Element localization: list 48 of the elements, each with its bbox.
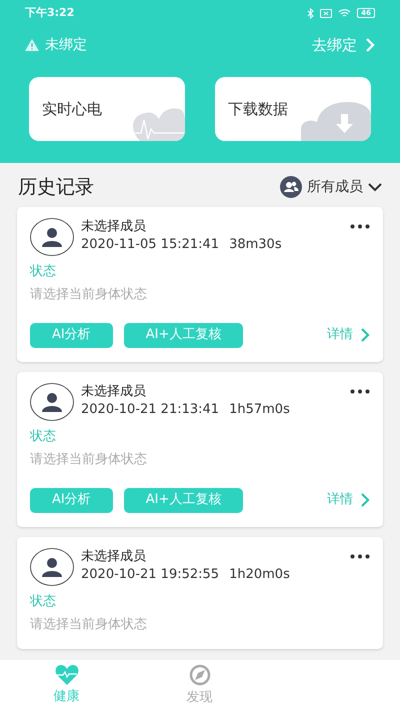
bluetooth-icon — [307, 8, 314, 18]
status-label: 状态 — [30, 592, 57, 610]
status-label: 状态 — [30, 428, 57, 446]
group-icon — [280, 176, 302, 198]
analysis-button[interactable]: AI+人工复核 — [124, 488, 244, 512]
chevron-right-icon — [365, 38, 375, 52]
heart-pulse-icon — [54, 664, 78, 685]
member-name: 未选择成员 — [81, 548, 147, 566]
bind-link[interactable]: 去绑定 — [312, 34, 375, 56]
analysis-button[interactable]: AI分析 — [30, 322, 113, 348]
chevron-right-icon — [360, 328, 370, 342]
more-icon[interactable] — [350, 388, 370, 394]
quick-action-card[interactable]: 下载数据 — [215, 77, 371, 141]
details-link[interactable]: 详情 — [327, 325, 370, 345]
member-name: 未选择成员 — [81, 382, 147, 400]
compass-icon — [188, 664, 210, 686]
chevron-right-icon — [360, 493, 370, 507]
cloud-download-icon — [301, 99, 371, 141]
analysis-button[interactable]: AI+人工复核 — [124, 322, 244, 348]
avatar-icon — [30, 548, 74, 586]
nav-tab[interactable]: 发现 — [133, 660, 266, 711]
warning-icon — [25, 39, 39, 51]
details-link[interactable]: 详情 — [327, 490, 370, 510]
more-icon[interactable] — [350, 554, 370, 558]
status-hint[interactable]: 请选择当前身体状态 — [30, 615, 370, 634]
record-duration: 1h57m0s — [229, 400, 290, 418]
status-hint[interactable]: 请选择当前身体状态 — [30, 450, 370, 470]
status-time: 下午3:22 — [25, 4, 74, 21]
chevron-down-icon — [368, 182, 382, 192]
section-title: 历史记录 — [18, 175, 94, 200]
record-duration: 38m30s — [229, 236, 282, 254]
analysis-button[interactable]: AI分析 — [30, 488, 113, 512]
member-filter[interactable]: 所有成员 — [280, 176, 382, 198]
wifi-icon — [338, 8, 352, 18]
sim-icon — [320, 8, 332, 18]
quick-action-card[interactable]: 实时心电 — [29, 77, 185, 141]
avatar-icon — [30, 218, 74, 256]
record-datetime: 2020-11-05 15:21:41 — [81, 236, 220, 254]
record-datetime: 2020-10-21 21:13:41 — [81, 400, 220, 418]
record-duration: 1h20m0s — [229, 566, 290, 584]
status-hint[interactable]: 请选择当前身体状态 — [30, 285, 370, 304]
member-name: 未选择成员 — [81, 218, 147, 236]
bind-status: 未绑定 — [45, 36, 87, 54]
more-icon[interactable] — [350, 224, 370, 228]
record-datetime: 2020-10-21 19:52:55 — [81, 566, 220, 584]
avatar-icon — [30, 382, 74, 420]
nav-tab[interactable]: 健康 — [0, 660, 133, 711]
status-label: 状态 — [30, 262, 57, 280]
